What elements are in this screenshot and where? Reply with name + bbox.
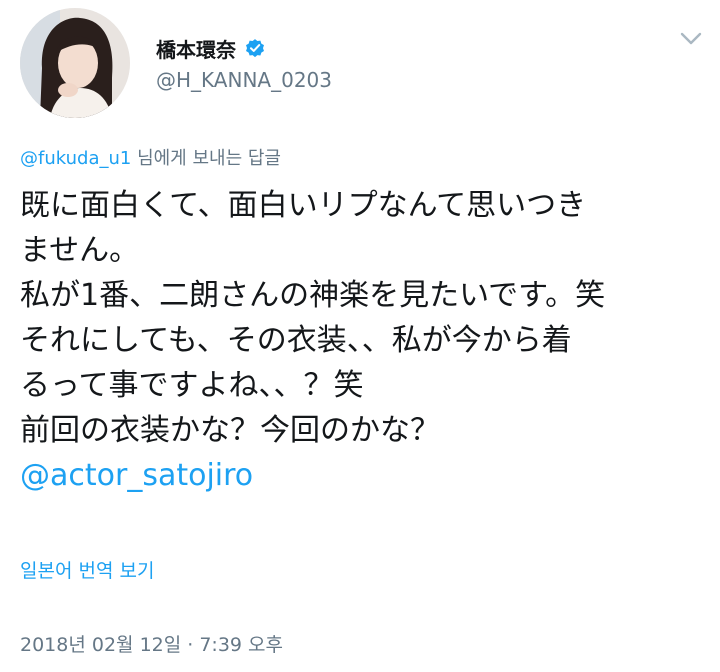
tweet-card: 橋本環奈 @H_KANNA_0203 @fukuda_u1 님에게 보내는 답글…	[0, 0, 720, 672]
tweet-line: ません。	[20, 233, 140, 268]
avatar-photo	[20, 8, 130, 118]
tweet-line: 既に面白くて、面白いリプなんて思いつき	[20, 188, 587, 223]
reply-context: @fukuda_u1 님에게 보내는 답글	[20, 144, 281, 170]
tweet-line: それにしても、その衣装、、私が今から着	[20, 323, 572, 358]
tweet-timestamp[interactable]: 2018년 02월 12일 · 7:39 오후	[20, 630, 283, 657]
tweet-line: 前回の衣装かな？今回のかな？	[20, 413, 440, 448]
verified-badge-icon	[246, 39, 264, 58]
user-name-row[interactable]: 橋本環奈	[156, 34, 266, 62]
avatar[interactable]	[20, 8, 130, 118]
tweet-line: 私が1番、二朗さんの神楽を見たいです。笑	[20, 278, 606, 313]
user-handle[interactable]: @H_KANNA_0203	[156, 68, 332, 92]
tweet-text: 既に面白くて、面白いリプなんて思いつき ません。 私が1番、二朗さんの神楽を見た…	[20, 183, 710, 498]
display-name[interactable]: 橋本環奈	[156, 34, 236, 63]
chevron-down-icon[interactable]	[678, 28, 704, 50]
reply-mention-link[interactable]: @fukuda_u1	[20, 148, 131, 169]
tweet-mention-link[interactable]: @actor_satojiro	[20, 453, 710, 498]
translate-tweet-link[interactable]: 일본어 번역 보기	[20, 556, 154, 583]
tweet-line: るって事ですよね、、？笑	[20, 368, 364, 403]
reply-context-text: 님에게 보내는 답글	[131, 148, 281, 169]
